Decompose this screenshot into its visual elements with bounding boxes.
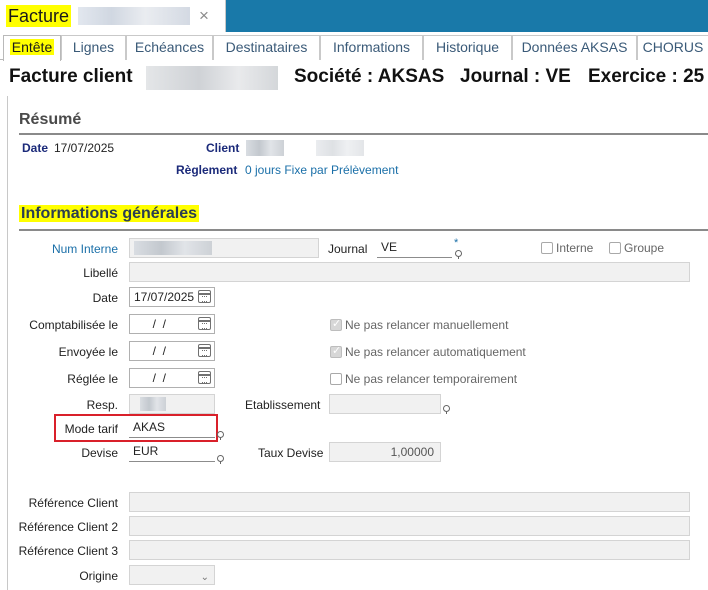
libelle-label: Libellé	[83, 266, 118, 280]
infos-section-rule	[19, 229, 708, 231]
tab-destinataires[interactable]: Destinataires	[213, 35, 320, 60]
ne-pas-relancer-auto-label: Ne pas relancer automatiquement	[345, 345, 526, 359]
close-icon[interactable]: ×	[199, 5, 209, 27]
comptabilisee-value: / /	[146, 317, 167, 331]
resume-date-label: Date	[22, 141, 49, 155]
envoyee-label: Envoyée le	[58, 345, 118, 359]
resume-section-rule	[19, 133, 708, 135]
origine-label: Origine	[79, 569, 118, 583]
header-journal: Journal : VE	[460, 66, 571, 87]
ne-pas-relancer-temp-checkbox[interactable]	[330, 373, 342, 385]
mode-tarif-label: Mode tarif	[64, 422, 118, 436]
ref-client-2-label: Référence Client 2	[18, 520, 118, 534]
devise-pin-icon[interactable]	[217, 455, 224, 464]
calendar-icon[interactable]	[198, 371, 211, 384]
header-exercice: Exercice : 25	[588, 66, 705, 87]
invoice-number-blurred	[146, 66, 278, 90]
document-tab-title: Facture	[6, 5, 72, 27]
resume-client-blurred	[246, 140, 284, 156]
tab-historique[interactable]: Historique	[423, 35, 512, 60]
ne-pas-relancer-temp-label: Ne pas relancer temporairement	[345, 372, 518, 386]
origine-select[interactable]: ⌄	[129, 565, 215, 585]
tab-informations[interactable]: Informations	[320, 35, 423, 60]
resume-date-value: 17/07/2025	[54, 141, 115, 155]
ref-client-3-label: Référence Client 3	[18, 544, 118, 558]
envoyee-value: / /	[146, 344, 167, 358]
resume-client-label: Client	[206, 141, 240, 155]
ref-client-2-field[interactable]	[129, 516, 690, 536]
calendar-icon[interactable]	[198, 317, 211, 330]
chevron-down-icon: ⌄	[200, 572, 209, 583]
mode-tarif-field[interactable]: AKAS	[129, 418, 215, 438]
infos-section-title-text: Informations générales	[19, 205, 200, 222]
required-marker: *	[454, 237, 459, 249]
interne-label: Interne	[556, 241, 594, 255]
document-tab[interactable]: Facture ×	[0, 0, 226, 32]
groupe-checkbox[interactable]	[609, 242, 621, 254]
tab-donnees-aksas[interactable]: Données AKSAS	[512, 35, 637, 60]
journal-field[interactable]: VE	[377, 238, 452, 258]
resp-label: Resp.	[86, 398, 118, 412]
mode-tarif-pin-icon[interactable]	[217, 431, 224, 440]
date-value: 17/07/2025	[134, 290, 195, 304]
etablissement-pin-icon[interactable]	[443, 405, 450, 414]
comptabilisee-field[interactable]: / /	[129, 314, 215, 334]
date-label: Date	[92, 291, 118, 305]
num-interne-label[interactable]: Num Interne	[52, 242, 118, 256]
resume-reglement-value[interactable]: 0 jours Fixe par Prélèvement	[245, 163, 398, 177]
calendar-icon[interactable]	[198, 290, 211, 303]
tab-entete[interactable]: Entête	[3, 35, 61, 61]
resume-section-title: Résumé	[19, 111, 82, 128]
ref-client-field[interactable]	[129, 492, 690, 512]
resp-blurred	[140, 397, 166, 411]
taux-devise-label: Taux Devise	[258, 446, 324, 460]
ref-client-3-field[interactable]	[129, 540, 690, 560]
tab-chorus[interactable]: CHORUS	[637, 35, 708, 60]
reglee-label: Réglée le	[67, 372, 118, 386]
tab-lignes[interactable]: Lignes	[61, 35, 126, 60]
reglee-value: / /	[146, 371, 167, 385]
ne-pas-relancer-auto-checkbox[interactable]	[330, 344, 342, 358]
infos-section-title: Informations générales	[19, 205, 200, 223]
ne-pas-relancer-manuel-label: Ne pas relancer manuellement	[345, 318, 509, 332]
resume-client-blurred-2	[316, 140, 364, 156]
document-tab-bar: Facture ×	[0, 0, 708, 32]
interne-checkbox[interactable]	[541, 242, 553, 254]
page-title: Facture client	[9, 66, 133, 87]
etablissement-label: Etablissement	[245, 398, 321, 412]
calendar-icon[interactable]	[198, 344, 211, 357]
tab-echeances[interactable]: Echéances	[126, 35, 213, 60]
envoyee-field[interactable]: / /	[129, 341, 215, 361]
num-interne-blurred	[134, 241, 212, 255]
tab-label: Entête	[9, 39, 55, 55]
date-field[interactable]: 17/07/2025	[129, 287, 215, 307]
left-divider	[7, 96, 8, 590]
etablissement-field[interactable]	[329, 394, 441, 414]
libelle-field[interactable]	[129, 262, 690, 282]
journal-label: Journal	[328, 242, 368, 256]
reglee-field[interactable]: / /	[129, 368, 215, 388]
devise-field[interactable]: EUR	[129, 442, 215, 462]
document-tab-blurred-number	[78, 7, 190, 25]
journal-pin-icon[interactable]	[455, 250, 462, 259]
ref-client-label: Référence Client	[28, 496, 118, 510]
comptabilisee-label: Comptabilisée le	[29, 318, 118, 332]
groupe-label: Groupe	[624, 241, 665, 255]
devise-label: Devise	[81, 446, 118, 460]
resume-reglement-label: Règlement	[176, 163, 238, 177]
section-tabs: Entête Lignes Echéances Destinataires In…	[0, 32, 708, 61]
ne-pas-relancer-manuel-checkbox[interactable]	[330, 317, 342, 331]
taux-devise-field[interactable]: 1,00000	[329, 442, 441, 462]
header-societe: Société : AKSAS	[294, 66, 445, 87]
